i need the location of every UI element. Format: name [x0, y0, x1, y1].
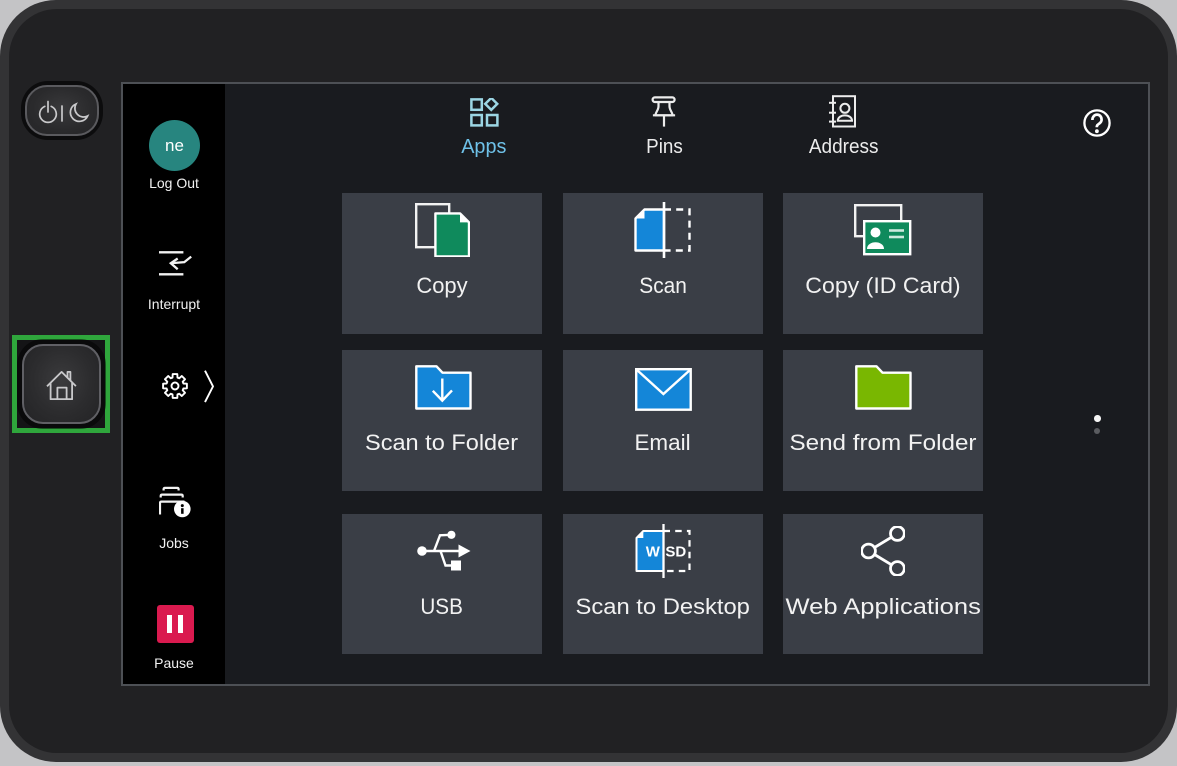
svg-text:SD: SD: [665, 544, 686, 561]
svg-text:W: W: [646, 544, 661, 561]
